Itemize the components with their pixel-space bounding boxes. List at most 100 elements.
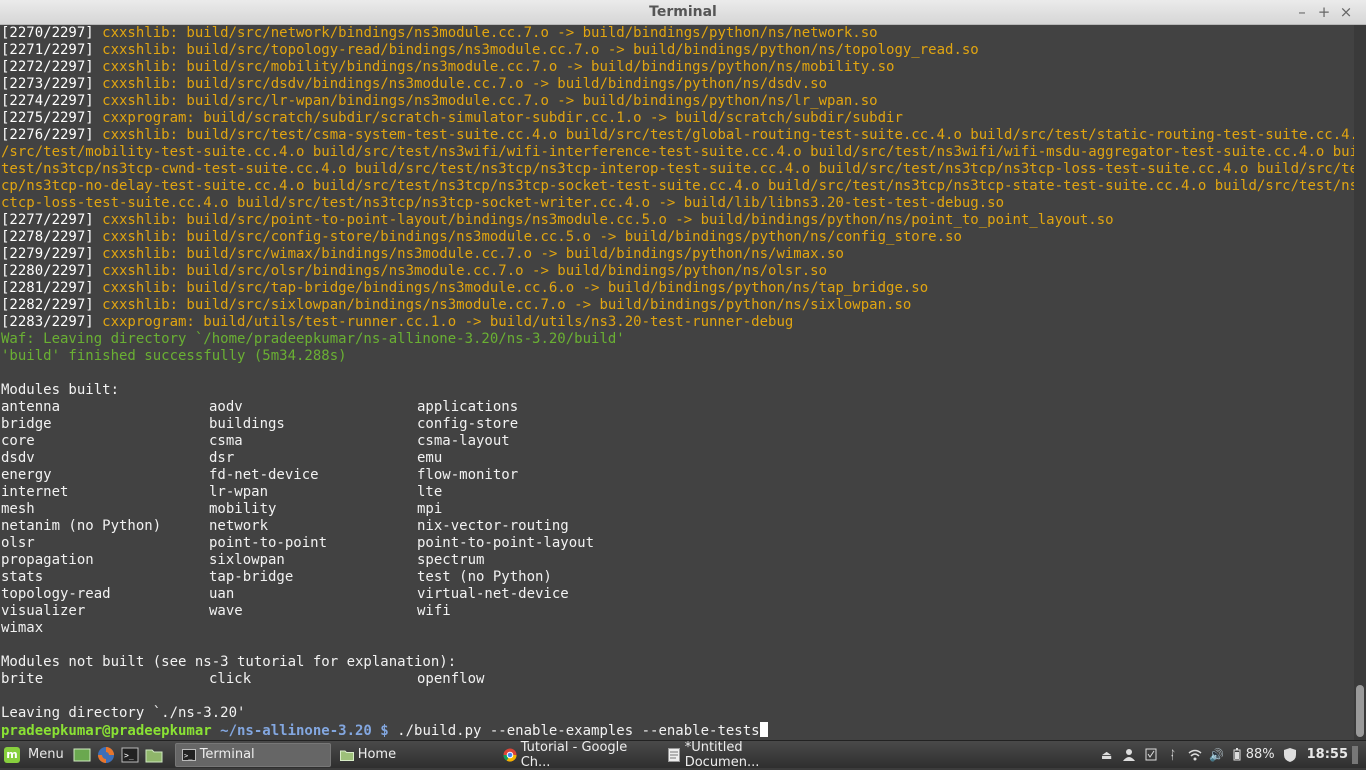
module-name: test (no Python) (417, 569, 552, 585)
modules-built-row: internet lr-wpan lte (1, 484, 1354, 501)
battery-percent: 88% (1245, 747, 1275, 762)
taskbar-window-label: Tutorial - Google Ch... (520, 739, 628, 770)
modules-built-row: netanim (no Python) network nix-vector-rou… (1, 518, 1354, 535)
terminal-launcher-icon[interactable]: >_ (120, 745, 140, 765)
build-log-line: [2276/2297] cxxshlib: build/src/test/csm… (1, 127, 1354, 144)
module-name: point-to-point-layout (417, 535, 595, 551)
build-log-line: [2270/2297] cxxshlib: build/src/network/… (1, 25, 1354, 42)
taskbar-window-4[interactable]: *Untitled Documen... (662, 740, 818, 770)
modules-built-row: mesh mobility mpi (1, 501, 1354, 518)
modules-built-row: stats tap-bridge test (no Python) (1, 569, 1354, 586)
build-step-text: cxxshlib: build/src/tap-bridge/bindings/… (93, 280, 929, 296)
module-name: csma (209, 433, 243, 449)
wifi-icon[interactable] (1188, 748, 1202, 762)
build-step-text: /src/test/mobility-test-suite.cc.4.o bui… (1, 144, 1354, 160)
prompt-command: ./build.py --enable-examples --enable-te… (388, 723, 760, 739)
terminal-lines: [2270/2297] cxxshlib: build/src/network/… (0, 25, 1354, 739)
module-name: sixlowpan (209, 552, 285, 568)
window-list: >_ Terminal Home Tutorial - Google Ch... *Un… (172, 739, 818, 770)
scrollbar-thumb[interactable] (1356, 685, 1364, 737)
modules-built-row: bridge buildings config-store (1, 416, 1354, 433)
files-launcher-icon[interactable] (144, 745, 164, 765)
module-name: olsr (1, 535, 35, 551)
build-log-line: [2280/2297] cxxshlib: build/src/olsr/bin… (1, 263, 1354, 280)
terminal-output[interactable]: [2270/2297] cxxshlib: build/src/network/… (0, 25, 1354, 740)
module-name: propagation (1, 552, 94, 568)
build-step-number: [2273/2297] (1, 76, 94, 92)
modules-built-row: topology-read uan virtual-net-device (1, 586, 1354, 603)
bluetooth-icon[interactable]: ᛛ (1166, 748, 1180, 762)
module-name: emu (417, 450, 443, 466)
clock[interactable]: 18:55 (1307, 747, 1348, 762)
modules-not-built-header-text: Modules not built (see ns-3 tutorial for… (1, 654, 457, 670)
build-step-number: [2281/2297] (1, 280, 94, 296)
taskbar-window-label: Home (357, 747, 397, 762)
eject-icon[interactable]: ⏏ (1100, 748, 1114, 762)
build-step-text: cxxprogram: build/utils/test-runner.cc.1… (93, 314, 794, 330)
build-step-number: [2283/2297] (1, 314, 94, 330)
menu-button[interactable]: m Menu (0, 742, 70, 768)
battery-icon[interactable] (1232, 748, 1242, 762)
modules-built-row: propagation sixlowpan spectrum (1, 552, 1354, 569)
module-name: visualizer (1, 603, 86, 619)
module-name: brite (1, 671, 44, 687)
module-name: wifi (417, 603, 451, 619)
shield-icon[interactable] (1283, 747, 1297, 762)
svg-text:>_: >_ (124, 751, 134, 760)
taskbar-window-3[interactable]: Tutorial - Google Ch... (497, 739, 659, 770)
build-step-text: cxxshlib: build/src/lr-wpan/bindings/ns3… (93, 93, 878, 109)
leaving-directory-text: Leaving directory `./ns-3.20' (1, 705, 246, 721)
folder-icon (339, 748, 354, 762)
mint-logo-icon: m (4, 746, 20, 763)
waf-status-text: 'build' finished successfully (5m34.288s… (1, 348, 347, 364)
window-titlebar[interactable]: Terminal – + × (0, 0, 1366, 25)
module-name: wimax (1, 620, 44, 636)
module-name: flow-monitor (417, 467, 519, 483)
module-name: fd-net-device (209, 467, 319, 483)
module-name: topology-read (1, 586, 111, 602)
svg-text:>_: >_ (184, 752, 193, 760)
terminal-scrollbar[interactable] (1354, 25, 1366, 740)
update-manager-icon[interactable] (1144, 748, 1158, 762)
modules-built-row: olsr point-to-point point-to-point-layout (1, 535, 1354, 552)
build-step-text: cxxshlib: build/src/olsr/bindings/ns3mod… (93, 263, 828, 279)
build-log-line: test/ns3tcp/ns3tcp-cwnd-test-suite.cc.4.… (1, 161, 1354, 178)
module-name: mesh (1, 501, 35, 517)
firefox-icon[interactable] (96, 745, 116, 765)
taskbar-window-2[interactable]: Home (334, 743, 494, 767)
module-name: lte (417, 484, 443, 500)
build-step-number: [2279/2297] (1, 246, 94, 262)
build-log-line: [2283/2297] cxxprogram: build/utils/test… (1, 314, 1354, 331)
module-name: openflow (417, 671, 485, 687)
build-step-text: cp/ns3tcp-no-delay-test-suite.cc.4.o bui… (1, 178, 1354, 194)
build-step-text: cxxshlib: build/src/config-store/binding… (93, 229, 962, 245)
user-icon[interactable] (1122, 748, 1136, 762)
terminal-icon: >_ (181, 748, 196, 762)
modules-built-header: Modules built: (1, 382, 1354, 399)
taskbar-window-1[interactable]: >_ Terminal (174, 742, 331, 767)
modules-built-header-text: Modules built: (1, 382, 120, 398)
build-step-text: cxxshlib: build/src/point-to-point-layou… (93, 212, 1114, 228)
maximize-icon[interactable]: + (1315, 3, 1333, 21)
build-step-number: [2272/2297] (1, 59, 94, 75)
module-name: internet (1, 484, 69, 500)
build-step-number: [2271/2297] (1, 42, 94, 58)
leaving-directory-line: Leaving directory `./ns-3.20' (1, 705, 1354, 722)
build-log-line: [2272/2297] cxxshlib: build/src/mobility… (1, 59, 1354, 76)
build-log-line: [2273/2297] cxxshlib: build/src/dsdv/bin… (1, 76, 1354, 93)
module-name: wave (209, 603, 243, 619)
module-name: antenna (1, 399, 61, 415)
module-name: buildings (209, 416, 285, 432)
volume-icon[interactable]: 🔊 (1209, 748, 1224, 762)
build-log-line: [2271/2297] cxxshlib: build/src/topology… (1, 42, 1354, 59)
close-icon[interactable]: × (1337, 3, 1355, 21)
module-name: dsdv (1, 450, 35, 466)
minimize-icon[interactable]: – (1293, 3, 1311, 21)
build-step-number: [2278/2297] (1, 229, 94, 245)
prompt-line[interactable]: pradeepkumar@pradeepkumar ~/ns-allinone-… (1, 722, 1354, 739)
prompt-path: ~/ns-allinone-3.20 $ (211, 723, 389, 739)
show-desktop-icon[interactable] (72, 745, 92, 765)
show-desktop-corner[interactable] (1352, 745, 1358, 764)
